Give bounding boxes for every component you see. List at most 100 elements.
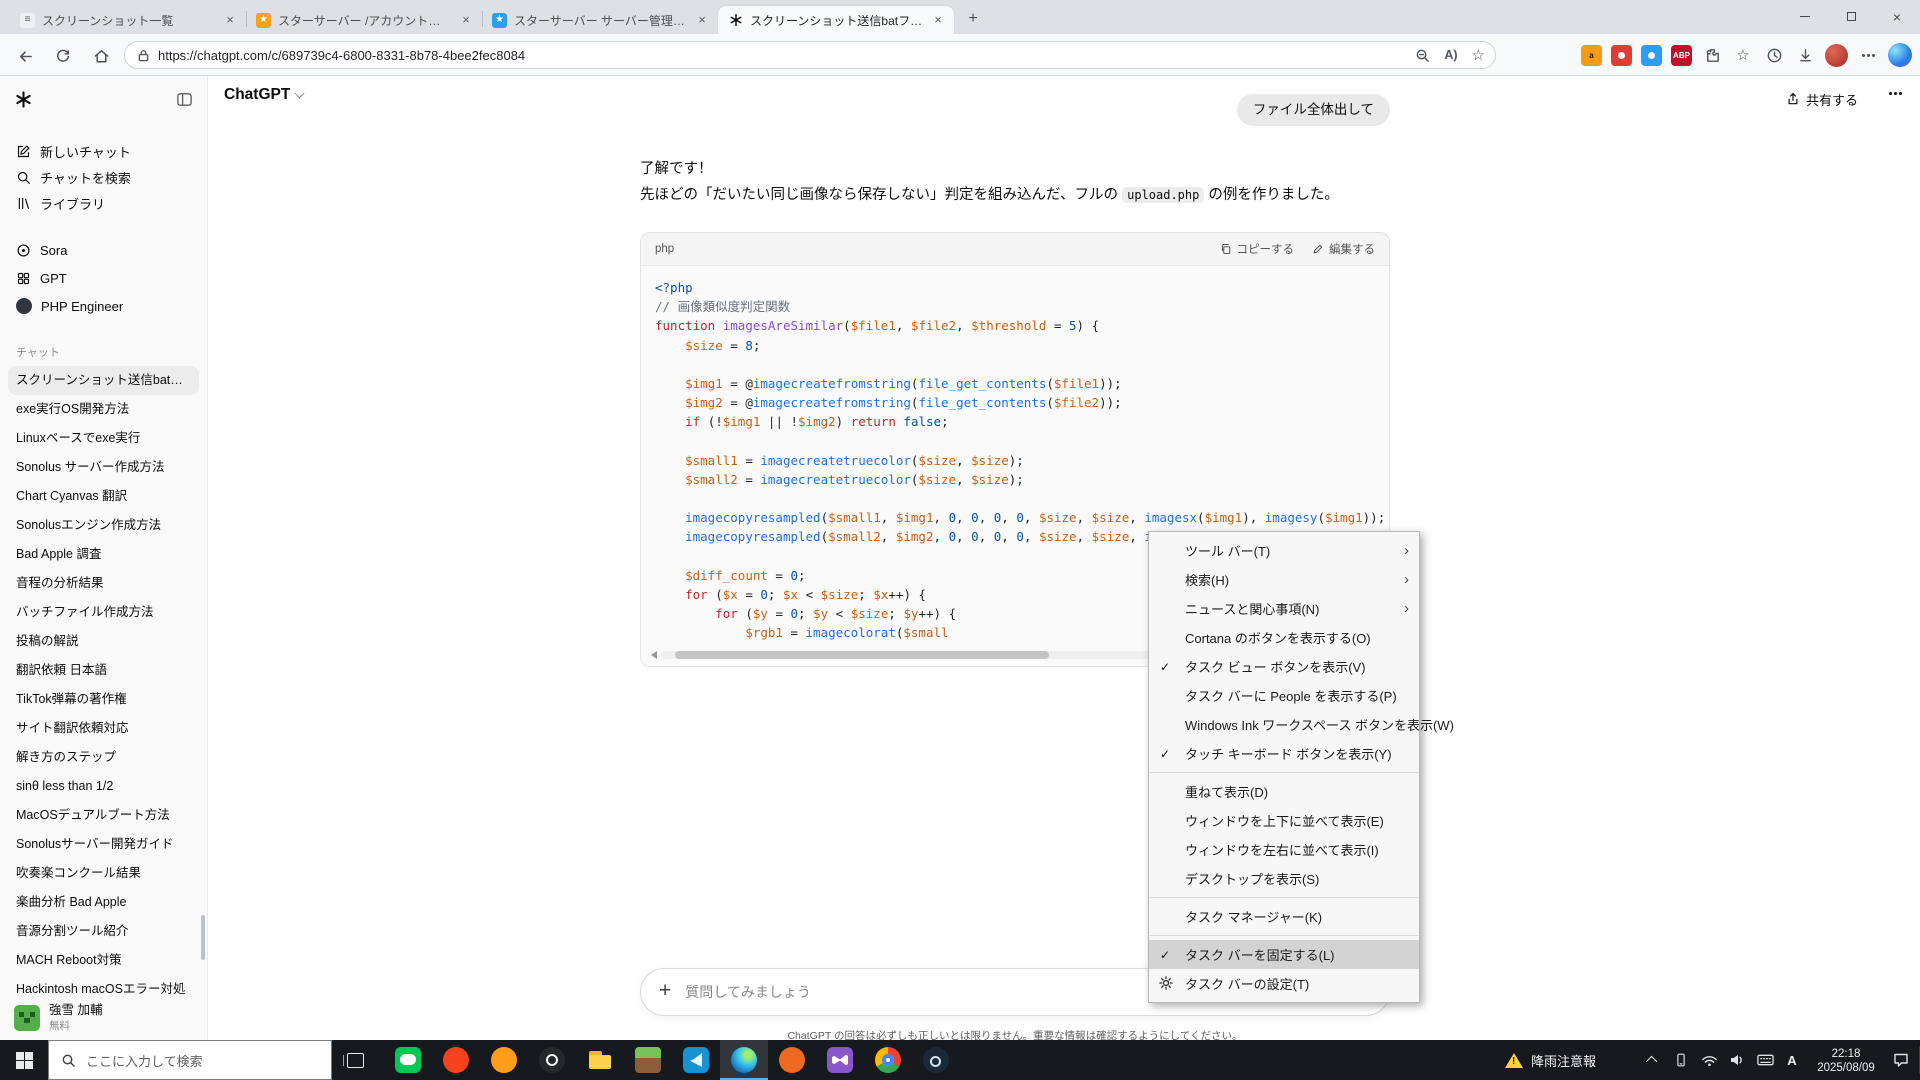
sidebar-item-gpt[interactable]: GPT — [0, 264, 207, 292]
chat-list-item[interactable]: 翻訳依頼 日本語 — [0, 656, 207, 685]
context-menu-item[interactable]: Windows Ink ワークスペース ボタンを表示(W) — [1149, 710, 1419, 739]
sidebar-item-library[interactable]: ライブラリ — [0, 190, 207, 216]
tab-close-icon[interactable]: × — [930, 12, 946, 28]
adblock-plus-extension-icon[interactable]: ABP — [1671, 45, 1692, 66]
site-info-lock-icon[interactable] — [137, 49, 150, 62]
context-menu-item[interactable]: タスク マネージャー(K) — [1149, 902, 1419, 931]
network-wifi-icon[interactable] — [1700, 1051, 1718, 1069]
volume-icon[interactable] — [1728, 1051, 1746, 1069]
start-button[interactable] — [0, 1040, 48, 1080]
chat-list-item[interactable]: Linuxベースでexe実行 — [0, 424, 207, 453]
chat-list-item[interactable]: MACH Reboot対策 — [0, 946, 207, 975]
tab-close-icon[interactable]: × — [222, 12, 238, 28]
chat-list-item[interactable]: Sonolus サーバー作成方法 — [0, 453, 207, 482]
chat-list-item[interactable]: 音程の分析結果 — [0, 569, 207, 598]
context-menu-item[interactable]: ツール バー(T)› — [1149, 536, 1419, 565]
browser-tab[interactable]: ≡スクリーンショット一覧× — [10, 6, 246, 34]
settings-ellipsis-icon[interactable] — [1857, 44, 1879, 66]
chat-list-item[interactable]: TikTok弾幕の著作権 — [0, 685, 207, 714]
tab-close-icon[interactable]: × — [458, 12, 474, 28]
edit-code-button[interactable]: 編集する — [1312, 241, 1375, 257]
sidebar-scrollbar[interactable] — [201, 915, 205, 960]
context-menu-item[interactable]: デスクトップを表示(S) — [1149, 864, 1419, 893]
vscode-taskbar-button[interactable] — [672, 1040, 720, 1080]
copilot-icon[interactable] — [1888, 43, 1912, 67]
scroll-left-arrow-icon[interactable] — [651, 651, 657, 659]
obs-taskbar-button[interactable] — [528, 1040, 576, 1080]
new-tab-button[interactable]: + — [962, 9, 984, 31]
chat-list-item[interactable]: MacOSデュアルブート方法 — [0, 801, 207, 830]
chat-list-item[interactable]: Bad Apple 調査 — [0, 540, 207, 569]
chat-list-item[interactable]: Chart Cyanvas 翻訳 — [0, 482, 207, 511]
context-menu-item[interactable]: ✓タスク バーを固定する(L) — [1149, 940, 1419, 969]
action-center-icon[interactable] — [1892, 1051, 1910, 1069]
firefox-taskbar-button[interactable] — [480, 1040, 528, 1080]
back-button[interactable] — [12, 43, 38, 69]
orange-app-taskbar-button[interactable] — [768, 1040, 816, 1080]
model-switcher[interactable]: ChatGPT — [224, 86, 303, 104]
sidebar-item-search-chats[interactable]: チャットを検索 — [0, 164, 207, 190]
attach-plus-icon[interactable]: + — [659, 979, 671, 1003]
home-button[interactable] — [88, 43, 114, 69]
task-view-button[interactable] — [332, 1040, 378, 1080]
browser-tab[interactable]: ★スターサーバー /アカウント管理ツール× — [246, 6, 482, 34]
chat-list-item[interactable]: 解き方のステップ — [0, 743, 207, 772]
zoom-out-icon[interactable] — [1415, 48, 1430, 63]
history-icon[interactable] — [1763, 44, 1785, 66]
amazon-extension-icon[interactable]: a — [1581, 45, 1602, 66]
sidebar-item-sora[interactable]: Sora — [0, 236, 207, 264]
refresh-button[interactable] — [50, 43, 76, 69]
context-menu-item[interactable]: ウィンドウを左右に並べて表示(I) — [1149, 835, 1419, 864]
context-menu-item[interactable]: タスク バーの設定(T) — [1149, 969, 1419, 998]
explorer-taskbar-button[interactable] — [576, 1040, 624, 1080]
taskbar-clock[interactable]: 22:18 2025/08/09 — [1810, 1046, 1882, 1075]
edge-taskbar-button[interactable] — [720, 1040, 768, 1080]
chrome-taskbar-button[interactable] — [864, 1040, 912, 1080]
context-menu-item[interactable]: 検索(H)› — [1149, 565, 1419, 594]
chat-list-item[interactable]: Sonolusエンジン作成方法 — [0, 511, 207, 540]
ime-indicator[interactable]: A — [1784, 1053, 1800, 1068]
brave-taskbar-button[interactable] — [432, 1040, 480, 1080]
scrollbar-thumb[interactable] — [675, 651, 1048, 659]
context-menu-item[interactable]: ✓タッチ キーボード ボタンを表示(Y) — [1149, 739, 1419, 768]
context-menu-item[interactable]: ニュースと関心事項(N)› — [1149, 594, 1419, 623]
chat-list-item[interactable]: Sonolusサーバー開発ガイド — [0, 830, 207, 859]
extensions-puzzle-icon[interactable] — [1701, 44, 1723, 66]
chat-list-item[interactable]: Hackintosh macOSエラー対処 — [0, 975, 207, 996]
chat-list-item[interactable]: 音源分割ツール紹介 — [0, 917, 207, 946]
context-menu-item[interactable]: ✓タスク ビュー ボタンを表示(V) — [1149, 652, 1419, 681]
tab-close-icon[interactable]: × — [694, 12, 710, 28]
favorite-star-icon[interactable]: ☆ — [1472, 46, 1485, 64]
address-bar[interactable]: https://chatgpt.com/c/689739c4-6800-8331… — [124, 41, 1496, 69]
chat-list-item[interactable]: スクリーンショット送信batファイル — [8, 366, 199, 395]
read-aloud-icon[interactable]: A) — [1444, 48, 1457, 62]
profile-avatar[interactable] — [1825, 44, 1848, 67]
minecraft-taskbar-button[interactable] — [624, 1040, 672, 1080]
chat-list-item[interactable]: 吹奏楽コンクール結果 — [0, 859, 207, 888]
blue-extension-icon[interactable] — [1641, 45, 1662, 66]
touch-keyboard-icon[interactable] — [1756, 1051, 1774, 1069]
close-button[interactable]: × — [1874, 0, 1920, 33]
phone-link-icon[interactable] — [1672, 1051, 1690, 1069]
context-menu-item[interactable]: Cortana のボタンを表示する(O) — [1149, 623, 1419, 652]
line-taskbar-button[interactable] — [384, 1040, 432, 1080]
context-menu-item[interactable]: タスク バーに People を表示する(P) — [1149, 681, 1419, 710]
conversation-options-icon[interactable] — [1889, 92, 1902, 95]
share-button[interactable]: 共有する — [1776, 84, 1868, 114]
chat-list-item[interactable]: sinθ less than 1/2 — [0, 772, 207, 801]
weather-widget[interactable]: 降雨注意報 — [1497, 1040, 1604, 1080]
chatgpt-logo-icon[interactable] — [14, 90, 33, 114]
copy-code-button[interactable]: コピーする — [1220, 241, 1295, 257]
minimize-button[interactable] — [1782, 0, 1828, 33]
chat-list-item[interactable]: サイト翻訳依頼対応 — [0, 714, 207, 743]
sidebar-item-php-engineer[interactable]: PHP Engineer — [0, 292, 207, 320]
sidebar-item-new-chat[interactable]: 新しいチャット — [0, 138, 207, 164]
chat-list-item[interactable]: 投稿の解説 — [0, 627, 207, 656]
visual-studio-taskbar-button[interactable] — [816, 1040, 864, 1080]
context-menu-item[interactable]: ウィンドウを上下に並べて表示(E) — [1149, 806, 1419, 835]
account-row[interactable]: 強雪 加輔 無料 — [0, 996, 207, 1040]
chat-list-item[interactable]: exe実行OS開発方法 — [0, 395, 207, 424]
steam-taskbar-button[interactable] — [912, 1040, 960, 1080]
maximize-button[interactable] — [1828, 0, 1874, 33]
chat-list-item[interactable]: 楽曲分析 Bad Apple — [0, 888, 207, 917]
